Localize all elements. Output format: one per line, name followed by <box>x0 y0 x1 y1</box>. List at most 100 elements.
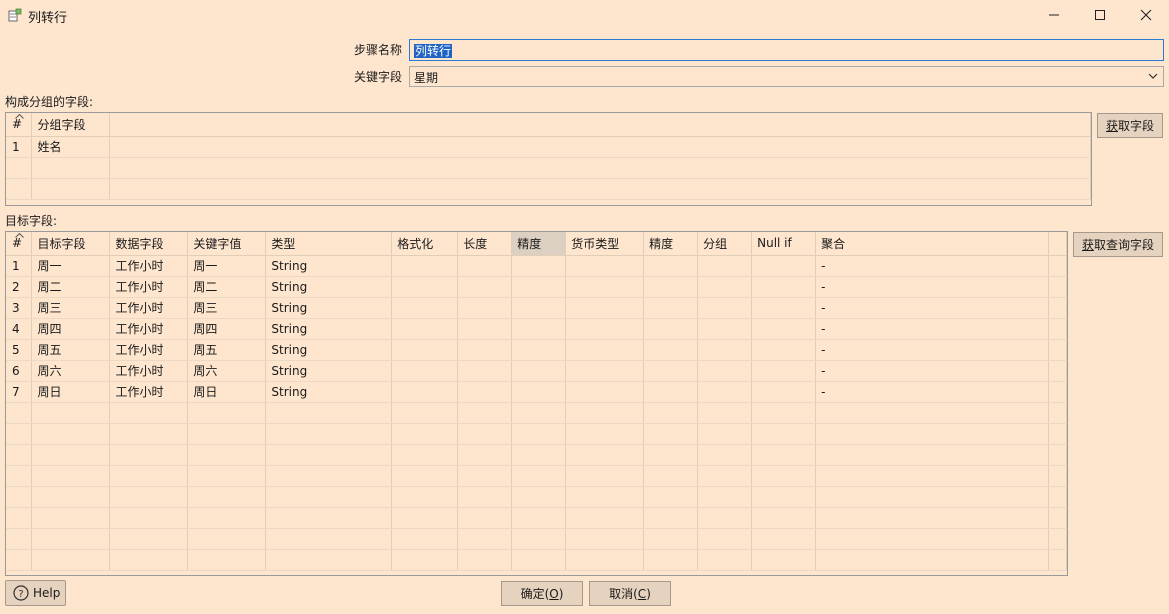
table-cell[interactable] <box>697 381 753 403</box>
table-cell[interactable] <box>511 360 567 382</box>
table-cell[interactable] <box>391 444 459 466</box>
table-cell[interactable]: 姓名 <box>31 136 111 158</box>
table-cell[interactable] <box>697 423 753 445</box>
table-cell[interactable] <box>1048 549 1067 571</box>
table-cell[interactable] <box>31 507 111 529</box>
table-cell[interactable] <box>697 360 753 382</box>
table-cell[interactable] <box>6 507 33 529</box>
table-cell[interactable] <box>511 381 567 403</box>
table-cell[interactable] <box>697 318 753 340</box>
table-cell[interactable]: 周五 <box>31 339 111 361</box>
table-cell[interactable] <box>565 339 645 361</box>
table-cell[interactable] <box>391 465 459 487</box>
table-cell[interactable] <box>391 339 459 361</box>
table-cell[interactable] <box>187 486 267 508</box>
group-fields-table[interactable]: # 分组字段 1 姓名 <box>5 112 1092 206</box>
ok-button[interactable]: 确定(O) <box>501 581 583 606</box>
table-cell[interactable]: String <box>265 276 393 298</box>
table-cell[interactable] <box>751 318 817 340</box>
table-cell[interactable] <box>457 486 513 508</box>
minimize-button[interactable] <box>1031 0 1077 30</box>
table-cell[interactable] <box>643 549 699 571</box>
table-cell[interactable]: 1 <box>6 136 33 158</box>
table-cell[interactable] <box>511 402 567 424</box>
table-cell[interactable] <box>265 528 393 550</box>
table-cell[interactable] <box>1048 423 1067 445</box>
table-cell[interactable] <box>751 423 817 445</box>
table-cell[interactable] <box>109 136 1091 158</box>
close-button[interactable] <box>1123 0 1169 30</box>
step-name-input[interactable]: 列转行 <box>409 39 1164 61</box>
table-cell[interactable] <box>109 402 189 424</box>
table-row[interactable] <box>6 549 1067 571</box>
table-cell[interactable]: - <box>815 255 1049 277</box>
table-cell[interactable] <box>6 157 33 179</box>
table-cell[interactable] <box>457 549 513 571</box>
table-cell[interactable] <box>643 423 699 445</box>
table-cell[interactable] <box>815 528 1049 550</box>
table-cell[interactable] <box>643 339 699 361</box>
table-cell[interactable] <box>697 465 753 487</box>
table-cell[interactable]: 5 <box>6 339 33 361</box>
key-field-select[interactable]: 星期 <box>409 66 1164 87</box>
table-cell[interactable]: - <box>815 339 1049 361</box>
table-cell[interactable] <box>565 486 645 508</box>
table-row[interactable]: 1 姓名 <box>6 136 1091 158</box>
table-cell[interactable] <box>815 444 1049 466</box>
table-cell[interactable]: 2 <box>6 276 33 298</box>
table-cell[interactable] <box>1048 255 1067 277</box>
table-cell[interactable] <box>391 402 459 424</box>
table-cell[interactable] <box>697 297 753 319</box>
table-cell[interactable] <box>391 276 459 298</box>
column-header[interactable]: 目标字段 <box>31 232 111 256</box>
table-cell[interactable] <box>815 465 1049 487</box>
table-cell[interactable] <box>187 507 267 529</box>
table-cell[interactable]: 周四 <box>31 318 111 340</box>
table-cell[interactable] <box>457 360 513 382</box>
column-header[interactable]: 类型 <box>265 232 393 256</box>
table-cell[interactable] <box>565 297 645 319</box>
table-cell[interactable] <box>1048 360 1067 382</box>
table-cell[interactable] <box>815 507 1049 529</box>
table-cell[interactable] <box>643 255 699 277</box>
table-cell[interactable] <box>815 549 1049 571</box>
table-cell[interactable] <box>511 276 567 298</box>
table-cell[interactable] <box>6 528 33 550</box>
table-cell[interactable] <box>6 423 33 445</box>
table-row[interactable]: 1 周一 工作小时 周一 String - <box>6 255 1067 277</box>
table-cell[interactable] <box>511 318 567 340</box>
table-cell[interactable] <box>815 402 1049 424</box>
table-cell[interactable] <box>643 528 699 550</box>
table-cell[interactable]: - <box>815 318 1049 340</box>
table-cell[interactable] <box>511 507 567 529</box>
table-cell[interactable]: 周六 <box>187 360 267 382</box>
table-cell[interactable] <box>1048 528 1067 550</box>
table-cell[interactable] <box>265 549 393 571</box>
table-cell[interactable] <box>751 486 817 508</box>
table-cell[interactable]: 周四 <box>187 318 267 340</box>
table-cell[interactable] <box>643 276 699 298</box>
table-cell[interactable] <box>31 157 111 179</box>
table-cell[interactable] <box>391 297 459 319</box>
table-cell[interactable] <box>565 549 645 571</box>
table-cell[interactable] <box>1048 486 1067 508</box>
table-row[interactable] <box>6 528 1067 550</box>
table-cell[interactable] <box>565 360 645 382</box>
table-cell[interactable] <box>751 465 817 487</box>
column-header[interactable]: 精度 <box>643 232 699 256</box>
cancel-button[interactable]: 取消(C) <box>589 581 671 606</box>
table-cell[interactable]: 3 <box>6 297 33 319</box>
table-cell[interactable]: String <box>265 360 393 382</box>
table-cell[interactable] <box>457 255 513 277</box>
table-cell[interactable] <box>511 255 567 277</box>
table-cell[interactable] <box>643 360 699 382</box>
table-cell[interactable] <box>31 178 111 200</box>
table-row[interactable] <box>6 444 1067 466</box>
table-cell[interactable]: 工作小时 <box>109 381 189 403</box>
table-cell[interactable] <box>511 444 567 466</box>
table-cell[interactable] <box>565 381 645 403</box>
table-cell[interactable]: 周一 <box>31 255 111 277</box>
table-cell[interactable] <box>697 402 753 424</box>
table-cell[interactable] <box>815 486 1049 508</box>
table-row[interactable] <box>6 423 1067 445</box>
